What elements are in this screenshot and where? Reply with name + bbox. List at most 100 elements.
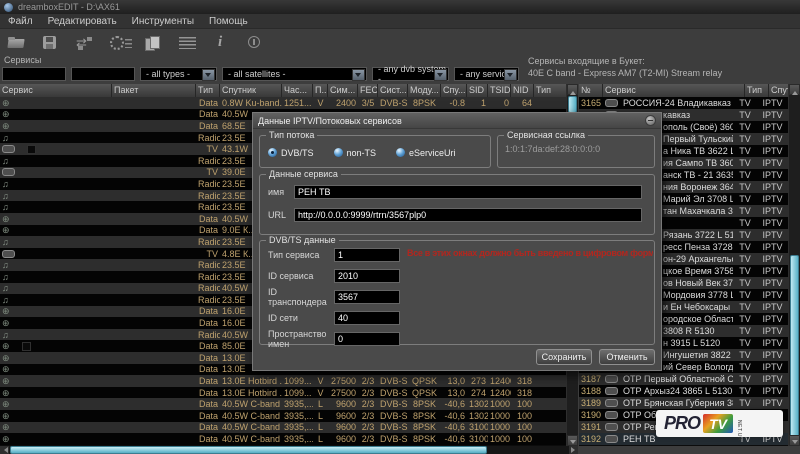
column-header-№[interactable]: №	[579, 84, 603, 97]
cell-freq: 3935,...	[282, 399, 313, 409]
scroll-down-icon[interactable]	[567, 435, 578, 446]
cell-type: Data	[196, 341, 220, 351]
chevron-down-icon[interactable]	[434, 69, 447, 81]
dvb-field-input-4[interactable]	[334, 332, 400, 346]
scroll-down-icon[interactable]	[789, 435, 800, 446]
chevron-down-icon[interactable]	[504, 69, 517, 81]
service-name-input[interactable]	[294, 185, 642, 199]
chevron-down-icon[interactable]	[202, 69, 215, 81]
cell-icon	[0, 295, 112, 305]
stream-type-option-1[interactable]: non-TS	[334, 148, 377, 158]
column-header-7[interactable]: FEC	[358, 84, 378, 97]
scroll-right-icon[interactable]	[569, 446, 578, 454]
bouquet-vscrollbar[interactable]	[788, 84, 800, 446]
cell-pol: L	[313, 399, 328, 409]
cell-nid: 100	[511, 399, 534, 409]
filter-dropdown-1[interactable]: - all types -	[140, 67, 217, 81]
column-header-6[interactable]: Сим...	[328, 84, 358, 97]
dvb-field-input-2[interactable]	[334, 290, 400, 304]
cell-freq: 3935,...	[282, 411, 313, 421]
radio-service-icon	[2, 330, 9, 340]
column-header-9[interactable]: Моду...	[408, 84, 441, 97]
open-file-icon[interactable]	[6, 33, 30, 53]
stream-type-option-0[interactable]: DVB/TS	[268, 148, 314, 158]
dvb-field-row: ID транспондера	[260, 290, 400, 304]
menu-item-1[interactable]: Редактировать	[48, 16, 117, 27]
column-header-8[interactable]: Сист...	[378, 84, 408, 97]
menu-item-0[interactable]: Файл	[8, 16, 33, 27]
dvb-field-input-0[interactable]	[334, 248, 400, 262]
column-header-13[interactable]: NID	[511, 84, 534, 97]
scroll-up-icon[interactable]	[567, 84, 578, 95]
cell-icon	[0, 341, 112, 351]
filter-dropdown-2[interactable]: - all satellites -	[222, 67, 367, 81]
cell-system: IPTV	[757, 386, 788, 397]
settings-icon[interactable]	[108, 33, 132, 53]
cancel-button[interactable]: Отменить	[599, 349, 655, 365]
table-row[interactable]: Data40.5W C-band ...3935,...L96002/3DVB-…	[0, 422, 566, 434]
column-header-10[interactable]: Спу...	[441, 84, 467, 97]
stream-type-option-2[interactable]: eServiceUri	[396, 148, 456, 158]
filter-dropdown-3[interactable]: - any dvb system -	[372, 67, 449, 81]
column-header-Сервис[interactable]: Сервис	[603, 84, 745, 97]
table-row[interactable]: Data40.5W C-band ...3935,...L96002/3DVB-…	[0, 398, 566, 410]
table-row[interactable]: Data13.0E Hotbird ...1099...V275002/3DVB…	[0, 387, 566, 399]
table-row[interactable]: 3188ОТР Архыз24 3865 L 5130TVIPTV	[579, 385, 788, 397]
table-row[interactable]: Data0.8W Ku-band...1251...V24003/5DVB-S2…	[0, 97, 566, 109]
services-hscrollbar[interactable]	[0, 446, 578, 454]
menu-item-3[interactable]: Помощь	[209, 16, 248, 27]
service-url-input[interactable]	[294, 208, 642, 222]
table-row[interactable]: 3165РОССИЯ-24 ВладикавказTVIPTV	[579, 97, 788, 109]
cell-pos: -0.8	[441, 98, 467, 108]
save-icon[interactable]	[40, 33, 64, 53]
cell-type: Data	[196, 109, 220, 119]
ftp-transfer-icon[interactable]	[74, 33, 98, 53]
about-icon[interactable]	[244, 33, 268, 53]
radio-button-icon[interactable]	[396, 148, 405, 157]
table-row[interactable]: Data13.0E Hotbird ...1099...V275002/3DVB…	[0, 375, 566, 387]
column-header-Тип[interactable]: Тип	[745, 84, 769, 97]
save-button[interactable]: Сохранить	[536, 349, 592, 365]
cell-mod: QPSK	[408, 376, 441, 386]
filter-dropdown-4[interactable]: - any service -	[454, 67, 519, 81]
column-header-2[interactable]: Тип	[196, 84, 220, 97]
filter-input-2[interactable]	[71, 67, 135, 81]
table-row[interactable]: Data40.5W C-band ...3935,...L96002/3DVB-…	[0, 433, 566, 445]
services-hscroll-thumb[interactable]	[10, 446, 487, 454]
data-service-icon	[2, 399, 10, 409]
column-header-5[interactable]: П...	[313, 84, 328, 97]
column-header-0[interactable]: Сервис	[0, 84, 112, 97]
table-row[interactable]: Data40.5W C-band ...3935,...L96002/3DVB-…	[0, 410, 566, 422]
column-header-11[interactable]: SID	[467, 84, 488, 97]
table-row[interactable]: 3189ОТР Брянская Губерния 387...TVIPTV	[579, 397, 788, 409]
dialog-titlebar[interactable]: Данные IPTV/Потоковых сервисов	[253, 113, 661, 129]
reload-list-icon[interactable]	[176, 33, 200, 53]
cell-sys: DVB-S2	[378, 98, 408, 108]
info-icon[interactable]	[210, 33, 234, 53]
cell-type: TV	[733, 362, 757, 373]
column-header-12[interactable]: TSID	[488, 84, 511, 97]
chevron-down-icon[interactable]	[352, 69, 365, 81]
cell-type: TV	[733, 122, 757, 133]
radio-button-icon[interactable]	[334, 148, 343, 157]
cell-icon	[0, 376, 112, 386]
column-header-3[interactable]: Спутник	[220, 84, 282, 97]
table-row[interactable]: 3187ОТР Первый Областной Ор...TVIPTV	[579, 373, 788, 385]
column-header-4[interactable]: Час...	[282, 84, 313, 97]
close-icon[interactable]	[645, 115, 656, 126]
bouquet-vscroll-thumb[interactable]	[790, 255, 799, 440]
cell-mod: QPSK	[408, 388, 441, 398]
scroll-up-icon[interactable]	[789, 84, 800, 95]
radio-service-icon	[2, 156, 9, 166]
scroll-left-icon[interactable]	[0, 446, 9, 454]
column-header-1[interactable]: Пакет	[112, 84, 196, 97]
filter-input-1[interactable]	[2, 67, 66, 81]
radio-button-icon[interactable]	[268, 148, 277, 157]
cell-type: TV	[196, 144, 220, 154]
cell-system: IPTV	[757, 218, 788, 229]
menu-item-2[interactable]: Инструменты	[132, 16, 194, 27]
dvb-field-input-3[interactable]	[334, 311, 400, 325]
copy-icon[interactable]	[142, 33, 166, 53]
services-vscroll-thumb[interactable]	[568, 96, 577, 113]
dvb-field-input-1[interactable]	[334, 269, 400, 283]
